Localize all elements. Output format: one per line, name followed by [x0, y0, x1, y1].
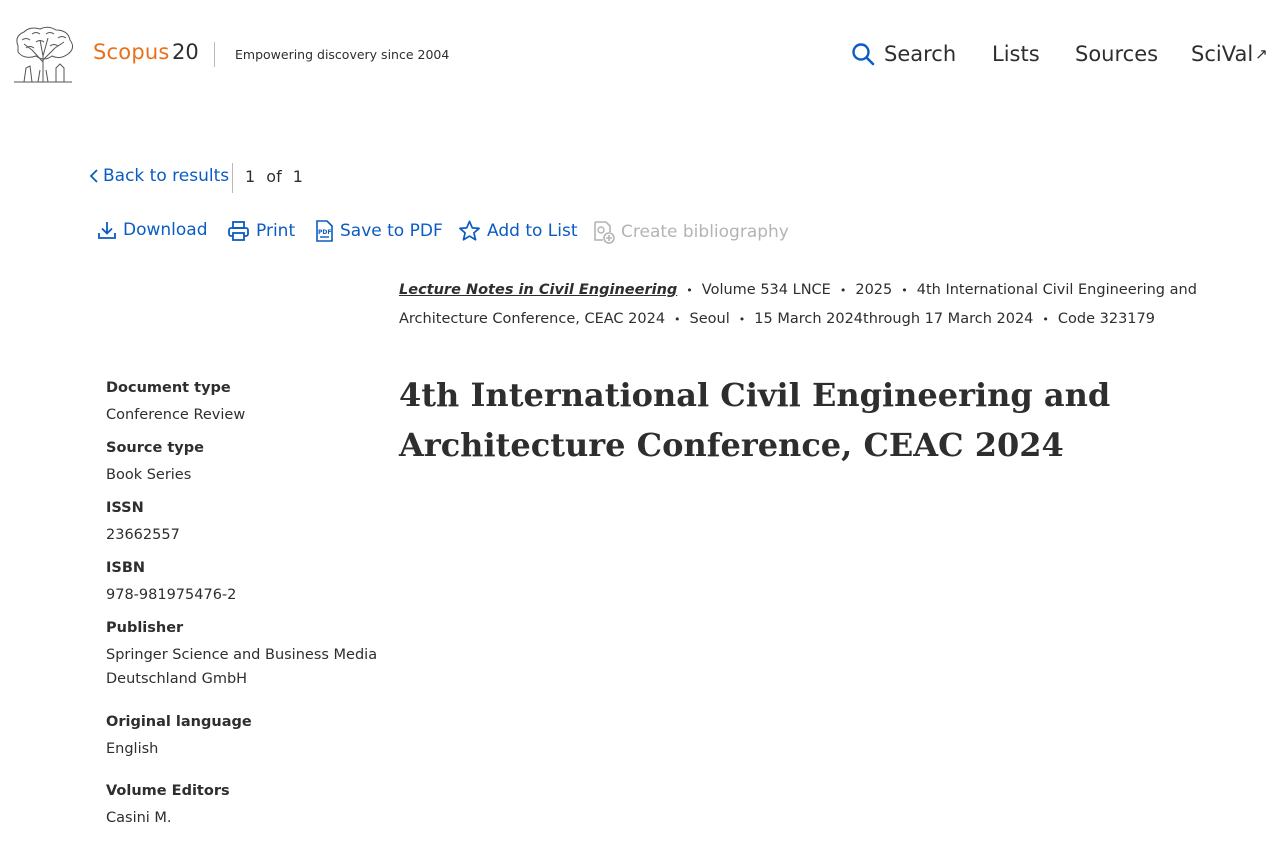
- detail-label: Source type: [106, 440, 204, 456]
- detail-label: Publisher: [106, 620, 184, 636]
- printer-icon: [228, 221, 249, 241]
- detail-volume-editors: Volume Editors Casini M.: [106, 783, 386, 830]
- detail-source-type: Source type Book Series: [106, 440, 386, 487]
- back-to-results-label: Back to results: [103, 166, 230, 186]
- nav-search[interactable]: Search: [851, 42, 956, 66]
- meta-dates: 15 March 2024through 17 March 2024: [754, 311, 1034, 327]
- detail-isbn: ISBN 978-981975476-2: [106, 560, 386, 607]
- source-metadata: Lecture Notes in Civil Engineering • Volum…: [399, 276, 1279, 334]
- meta-separator: •: [901, 284, 908, 297]
- detail-label: Original language: [106, 714, 252, 730]
- tagline: Empowering discovery since 2004: [235, 47, 450, 62]
- pager-current: 1: [245, 167, 256, 186]
- meta-volume: Volume 534 LNCE: [701, 282, 831, 298]
- svg-text:PDF: PDF: [318, 229, 331, 236]
- add-to-list-button[interactable]: Add to List: [458, 220, 578, 242]
- detail-document-type: Document type Conference Review: [106, 380, 386, 427]
- bibliography-icon: [594, 221, 615, 244]
- detail-value: Conference Review: [106, 407, 246, 423]
- back-to-results-link[interactable]: Back to results: [89, 166, 229, 186]
- download-label: Download: [123, 220, 208, 240]
- create-bibliography-button[interactable]: Create bibliography: [593, 220, 789, 244]
- detail-label: ISSN: [106, 500, 144, 516]
- detail-label: ISBN: [106, 560, 146, 576]
- detail-value: English: [106, 741, 159, 757]
- create-bibliography-label: Create bibliography: [621, 222, 789, 242]
- meta-location: Seoul: [689, 311, 730, 327]
- download-button[interactable]: Download: [97, 220, 208, 240]
- source-title-link[interactable]: Lecture Notes in Civil Engineering: [399, 282, 677, 298]
- result-pager: 1 of 1: [245, 167, 309, 186]
- meta-code: Code 323179: [1057, 311, 1155, 327]
- nav-scival[interactable]: SciVal ↗: [1191, 42, 1268, 66]
- brand-anniversary: 20: [172, 40, 199, 64]
- chevron-left-icon: [89, 169, 98, 183]
- elsevier-tree-logo[interactable]: [10, 26, 76, 84]
- detail-issn: ISSN 23662557: [106, 500, 386, 547]
- external-link-icon: ↗: [1255, 45, 1268, 63]
- star-icon: [459, 220, 480, 241]
- detail-value: 23662557: [106, 527, 180, 543]
- pdf-file-icon: PDF: [316, 220, 333, 242]
- detail-value: 978-981975476-2: [106, 587, 237, 603]
- detail-value: Springer Science and Business Media Deut…: [106, 647, 378, 687]
- print-button[interactable]: Print: [227, 220, 295, 242]
- nav-sources[interactable]: Sources: [1075, 42, 1158, 66]
- meta-separator: •: [839, 284, 847, 297]
- meta-separator: •: [1042, 313, 1049, 326]
- pager-total: 1: [292, 167, 303, 186]
- detail-original-language: Original language English: [106, 714, 386, 761]
- meta-separator: •: [674, 313, 681, 326]
- detail-label: Volume Editors: [106, 783, 230, 799]
- scopus-brand[interactable]: Scopus: [93, 40, 170, 64]
- save-to-pdf-button[interactable]: PDF Save to PDF: [315, 220, 443, 242]
- document-title: 4th International Civil Engineering and …: [399, 376, 1111, 464]
- meta-separator: •: [686, 284, 693, 297]
- pager-of: of: [266, 167, 282, 186]
- add-to-list-label: Add to List: [487, 221, 578, 241]
- meta-separator: •: [738, 313, 746, 326]
- search-icon: [852, 43, 875, 66]
- detail-publisher: Publisher Springer Science and Business …: [106, 620, 386, 691]
- nav-lists[interactable]: Lists: [992, 42, 1040, 66]
- meta-year: 2025: [855, 282, 893, 298]
- detail-value: Casini M.: [106, 810, 172, 826]
- detail-value: Book Series: [106, 467, 192, 483]
- save-to-pdf-label: Save to PDF: [340, 221, 443, 241]
- brand-divider: [214, 42, 215, 67]
- results-divider: [232, 163, 233, 193]
- nav-search-label: Search: [884, 42, 957, 66]
- download-icon: [98, 222, 116, 239]
- print-label: Print: [256, 221, 296, 241]
- detail-label: Document type: [106, 380, 231, 396]
- nav-scival-label: SciVal: [1191, 42, 1254, 66]
